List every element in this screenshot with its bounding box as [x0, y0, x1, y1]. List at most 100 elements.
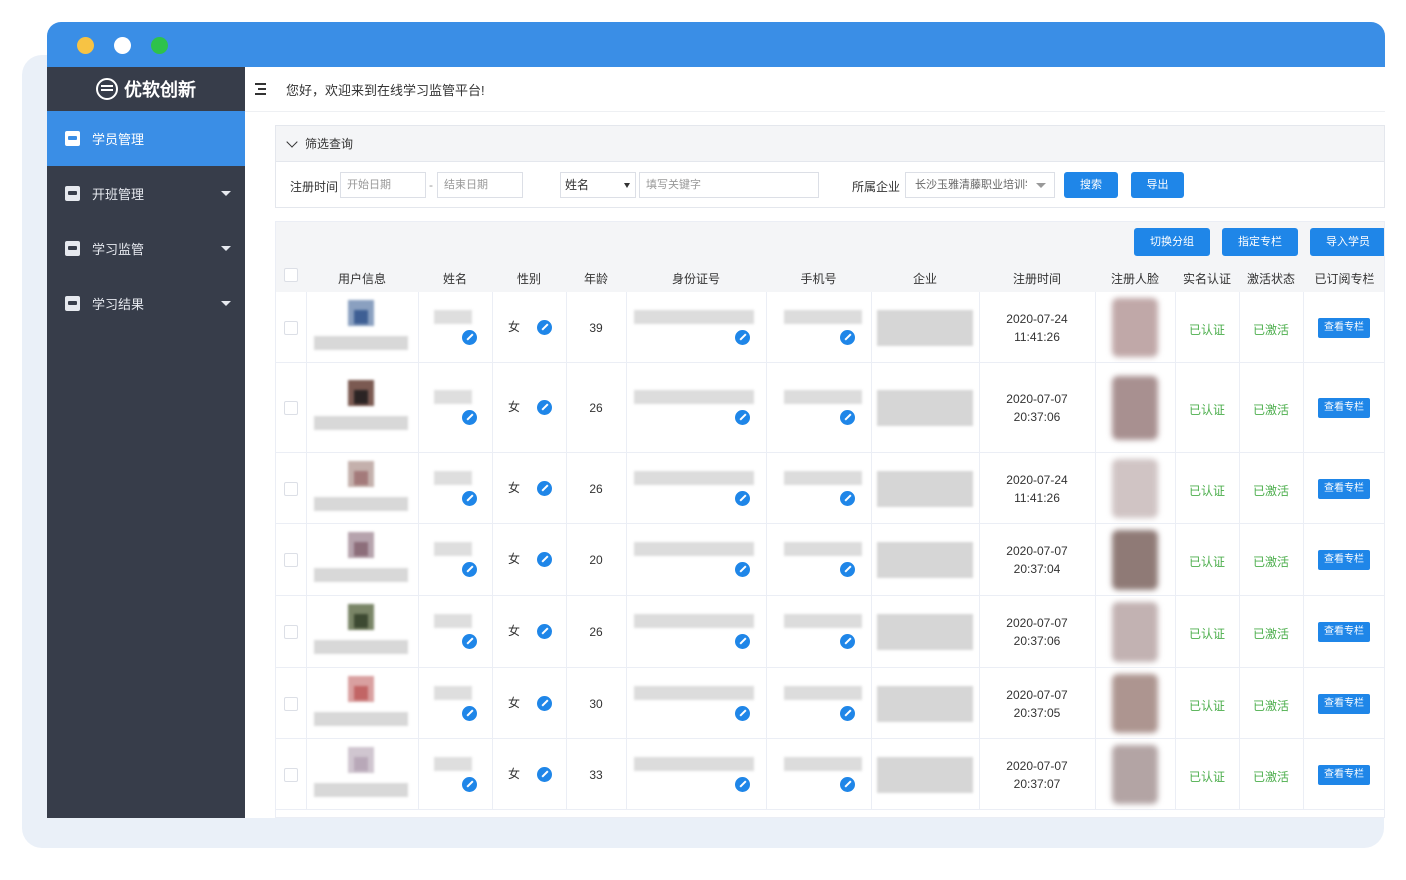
- edit-name-icon[interactable]: [462, 329, 477, 345]
- reg-clock: 20:37:07: [1013, 776, 1061, 791]
- column-divider: [626, 292, 627, 362]
- student-icon: [65, 131, 80, 146]
- face-photo[interactable]: [1112, 745, 1158, 804]
- edit-id-icon[interactable]: [735, 705, 750, 721]
- edit-gender-icon[interactable]: [537, 766, 552, 782]
- view-column-button[interactable]: 查看专栏: [1318, 550, 1370, 570]
- students-table: 切换分组 指定专栏 导入学员 用户信息 姓名 性别 年龄 身份证号 手机号 企业…: [275, 221, 1385, 818]
- company-select[interactable]: 长沙玉雅清藤职业培训学校: [905, 172, 1055, 198]
- avatar-photo: [354, 390, 368, 404]
- minimize-dot[interactable]: [77, 37, 94, 54]
- edit-phone-icon[interactable]: [840, 410, 855, 425]
- id-number-masked: [634, 756, 754, 771]
- sidebar-item-label: 学习监管: [92, 242, 145, 257]
- column-divider: [1095, 668, 1096, 738]
- edit-gender-icon[interactable]: [537, 480, 552, 496]
- edit-name-icon[interactable]: [462, 410, 477, 425]
- filter-title: 筛选查询: [305, 137, 354, 151]
- menu-toggle-icon[interactable]: [255, 83, 268, 95]
- row-checkbox[interactable]: [284, 320, 298, 335]
- column-divider: [492, 292, 493, 362]
- face-photo[interactable]: [1112, 674, 1158, 733]
- edit-name-icon[interactable]: [462, 490, 477, 506]
- edit-gender-icon[interactable]: [537, 400, 552, 415]
- company-masked: [877, 470, 973, 507]
- edit-gender-icon[interactable]: [537, 552, 552, 567]
- filter-header[interactable]: 筛选查询: [276, 126, 1384, 162]
- maximize-dot[interactable]: [114, 37, 131, 54]
- gender-cell: 女: [507, 695, 520, 710]
- edit-name-icon[interactable]: [462, 562, 477, 577]
- reg-date: 2020-07-07: [1006, 758, 1068, 773]
- reg-clock: 11:41:26: [1014, 329, 1060, 344]
- view-column-button[interactable]: 查看专栏: [1318, 317, 1370, 338]
- sidebar-item-students[interactable]: 学员管理: [47, 111, 245, 166]
- sidebar-item-classes[interactable]: 开班管理: [47, 166, 245, 221]
- edit-phone-icon[interactable]: [840, 329, 855, 345]
- row-checkbox[interactable]: [284, 625, 298, 639]
- edit-id-icon[interactable]: [735, 776, 750, 792]
- edit-id-icon[interactable]: [735, 410, 750, 425]
- select-all-checkbox[interactable]: [284, 268, 298, 282]
- auth-status: 已认证: [1188, 698, 1225, 713]
- edit-phone-icon[interactable]: [840, 562, 855, 577]
- table-toolbar: 切换分组 指定专栏 导入学员 用户信息 姓名 性别 年龄 身份证号 手机号 企业…: [276, 222, 1384, 292]
- logo-text: 优软创新: [124, 80, 196, 100]
- edit-gender-icon[interactable]: [537, 695, 552, 711]
- reg-date: 2020-07-24: [1006, 311, 1068, 326]
- row-checkbox[interactable]: [284, 696, 298, 711]
- keyword-input[interactable]: 填写关键字: [639, 172, 819, 198]
- assign-column-button[interactable]: 指定专栏: [1222, 228, 1298, 256]
- row-checkbox[interactable]: [284, 767, 298, 782]
- edit-id-icon[interactable]: [735, 634, 750, 649]
- field-select-value: 姓名: [565, 178, 590, 192]
- edit-phone-icon[interactable]: [840, 490, 855, 506]
- column-divider: [306, 596, 307, 667]
- column-divider: [1095, 453, 1096, 523]
- main-content: 您好，欢迎来到在线学习监管平台! 筛选查询 注册时间 开始日期 - 结束日期 姓…: [245, 67, 1385, 818]
- face-photo[interactable]: [1112, 530, 1158, 590]
- row-checkbox[interactable]: [284, 481, 298, 496]
- switch-group-button[interactable]: 切换分组: [1134, 228, 1210, 256]
- view-column-button[interactable]: 查看专栏: [1318, 693, 1370, 714]
- column-divider: [492, 363, 493, 452]
- reg-clock: 20:37:06: [1013, 410, 1061, 424]
- edit-phone-icon[interactable]: [840, 776, 855, 792]
- export-button[interactable]: 导出: [1131, 172, 1184, 198]
- edit-id-icon[interactable]: [735, 329, 750, 345]
- sidebar-item-monitor[interactable]: 学习监管: [47, 221, 245, 276]
- edit-gender-icon[interactable]: [537, 319, 552, 335]
- view-column-button[interactable]: 查看专栏: [1318, 622, 1370, 642]
- edit-phone-icon[interactable]: [840, 634, 855, 649]
- face-photo[interactable]: [1112, 459, 1158, 518]
- sidebar-item-results[interactable]: 学习结果: [47, 276, 245, 331]
- search-button[interactable]: 搜索: [1064, 172, 1118, 198]
- column-divider: [871, 596, 872, 667]
- field-select[interactable]: 姓名: [560, 172, 636, 198]
- edit-gender-icon[interactable]: [537, 624, 552, 639]
- face-photo[interactable]: [1112, 602, 1158, 662]
- view-column-button[interactable]: 查看专栏: [1318, 398, 1370, 418]
- row-checkbox[interactable]: [284, 553, 298, 567]
- view-column-button[interactable]: 查看专栏: [1318, 478, 1370, 499]
- edit-phone-icon[interactable]: [840, 705, 855, 721]
- row-checkbox[interactable]: [284, 401, 298, 415]
- edit-name-icon[interactable]: [462, 634, 477, 649]
- edit-id-icon[interactable]: [735, 562, 750, 577]
- import-students-button[interactable]: 导入学员: [1310, 228, 1384, 256]
- face-photo[interactable]: [1112, 298, 1158, 357]
- edit-id-icon[interactable]: [735, 490, 750, 506]
- end-date-input[interactable]: 结束日期: [437, 172, 523, 198]
- edit-name-icon[interactable]: [462, 776, 477, 792]
- top-bar: 您好，欢迎来到在线学习监管平台!: [245, 67, 1385, 112]
- view-column-button[interactable]: 查看专栏: [1318, 764, 1370, 785]
- activation-status: 已激活: [1252, 322, 1289, 337]
- column-divider: [418, 668, 419, 738]
- caret-down-icon: [221, 246, 231, 251]
- start-date-input[interactable]: 开始日期: [340, 172, 426, 198]
- gender-cell: 女: [507, 624, 520, 638]
- fullscreen-dot[interactable]: [151, 37, 168, 54]
- header-phone: 手机号: [800, 272, 837, 286]
- face-photo[interactable]: [1112, 376, 1158, 440]
- edit-name-icon[interactable]: [462, 705, 477, 721]
